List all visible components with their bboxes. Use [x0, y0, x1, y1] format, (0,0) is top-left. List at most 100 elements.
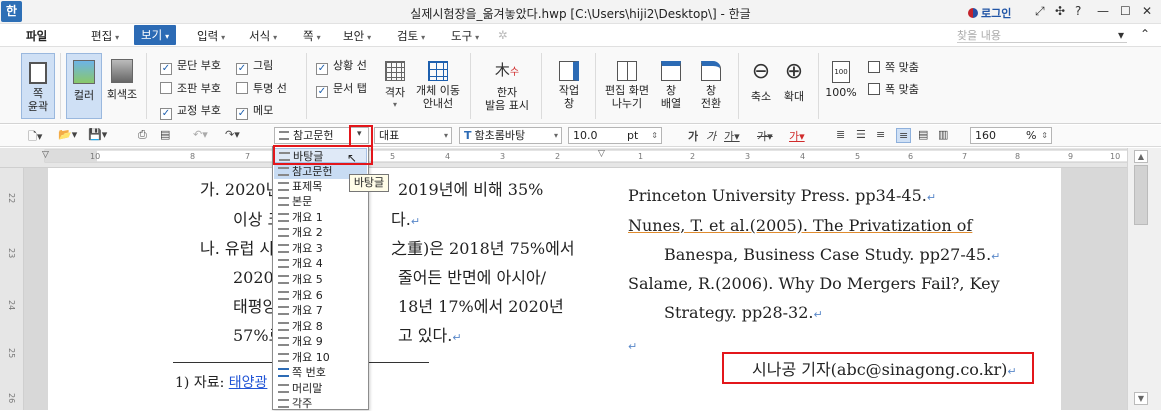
scrollbar-thumb[interactable] — [1134, 165, 1148, 225]
fit-page-button[interactable]: 쪽 맞춤 — [868, 59, 919, 75]
indent-marker-icon[interactable]: ▽ — [598, 149, 605, 159]
strikethrough-icon[interactable]: 가▾ — [757, 128, 773, 144]
align-center-icon[interactable]: ≡ — [876, 128, 885, 141]
checkbox-paragraph-mark[interactable]: ✓ 문단 부호 — [160, 57, 221, 75]
align-left-icon[interactable]: ☰ — [856, 128, 866, 141]
style-item-outline-3[interactable]: 개요 3 — [274, 241, 367, 256]
menu-review[interactable]: 검토 ▾ — [397, 28, 425, 44]
close-icon[interactable]: ✕ — [1142, 4, 1152, 18]
style-item-footnote[interactable]: 각주 — [274, 396, 367, 411]
open-icon[interactable]: 📂▾ — [58, 128, 77, 141]
style-item-outline-8[interactable]: 개요 8 — [274, 319, 367, 334]
redo-icon[interactable]: ↷▾ — [225, 128, 240, 141]
menu-view[interactable]: 보기 ▾ — [134, 25, 177, 45]
style-item-body[interactable]: 본문 — [274, 194, 367, 209]
menu-page[interactable]: 쪽 ▾ — [303, 28, 321, 44]
scroll-down-icon[interactable]: ▼ — [1134, 392, 1148, 405]
style-icon — [278, 244, 289, 253]
horizontal-ruler[interactable]: ▽ ▽ 10 8 7 6 5 4 3 2 1 2 3 4 5 6 7 8 9 1… — [0, 148, 1161, 168]
style-item-outline-10[interactable]: 개요 10 — [274, 350, 367, 365]
maximize-icon[interactable]: ☐ — [1120, 4, 1131, 18]
menu-edit[interactable]: 편집 ▾ — [91, 28, 119, 44]
hanja-reading-button[interactable]: 木수 한자 발음 표시 — [480, 53, 534, 119]
search-dropdown-icon[interactable]: ▾ — [1118, 28, 1124, 42]
login-button[interactable]: 로그인 — [968, 5, 1011, 21]
style-item-outline-5[interactable]: 개요 5 — [274, 272, 367, 287]
font-size-input[interactable]: 10.0 pt ⇕ — [568, 127, 662, 144]
checkbox-layout-mark[interactable]: 조판 부호 — [160, 80, 221, 96]
style-item-outline-2[interactable]: 개요 2 — [274, 225, 367, 240]
ruler-tick: 3 — [745, 152, 751, 161]
color-button[interactable]: 컬러 — [66, 53, 102, 119]
grayscale-button[interactable]: 회색조 — [104, 53, 140, 119]
underline-icon[interactable]: 가▾ — [724, 128, 740, 144]
language-select[interactable]: 대표 ▾ — [374, 127, 452, 144]
search-input[interactable]: 찾을 내용 — [957, 27, 1127, 42]
fit-width-button[interactable]: 폭 맞춤 — [868, 81, 919, 97]
menu-insert[interactable]: 입력 ▾ — [197, 28, 225, 44]
chevron-down-icon: ▾ — [221, 33, 226, 42]
object-move-guide-button[interactable]: 개체 이동 안내선 — [413, 53, 463, 119]
minimize-icon[interactable]: — — [1097, 4, 1109, 18]
collapse-ribbon-icon[interactable]: ⌃ — [1140, 27, 1150, 41]
footnote-link[interactable]: 태양광 — [229, 375, 268, 391]
zoom-out-button[interactable]: ⊖ 축소 — [745, 53, 777, 119]
grid-button[interactable]: 격자 ▾ — [378, 53, 412, 119]
checkbox-icon: ✓ — [160, 63, 172, 75]
paragraph-mark-icon: ↵ — [813, 308, 823, 321]
ruler-tick: 2 — [555, 152, 561, 161]
checkbox-doc-tab[interactable]: ✓ 문서 탭 — [316, 80, 367, 98]
font-color-icon[interactable]: 가▾ — [789, 128, 805, 144]
scroll-up-icon[interactable]: ▲ — [1134, 150, 1148, 163]
menu-security[interactable]: 보안 ▾ — [343, 28, 371, 44]
checkbox-picture[interactable]: ✓ 그림 — [236, 57, 273, 75]
save-icon[interactable]: 💾▾ — [88, 128, 107, 141]
split-view-button[interactable]: 편집 화면 나누기 — [603, 53, 651, 119]
align-split-icon[interactable]: ▥ — [938, 128, 948, 141]
style-item-outline-9[interactable]: 개요 9 — [274, 334, 367, 349]
checkbox-status-line[interactable]: ✓ 상황 선 — [316, 57, 367, 75]
menu-file[interactable]: 파일 — [26, 28, 47, 44]
checkbox-memo[interactable]: ✓ 메모 — [236, 102, 273, 120]
align-distribute-icon[interactable]: ▤ — [918, 128, 928, 141]
style-item-outline-7[interactable]: 개요 7 — [274, 303, 367, 318]
fullscreen-icon[interactable]: ⤢ — [1035, 4, 1045, 19]
vertical-ruler[interactable]: 22 23 24 25 26 — [0, 168, 24, 410]
window-arrange-button[interactable]: 창 배열 — [653, 53, 689, 119]
preview-icon[interactable]: ▤ — [160, 128, 170, 141]
bold-icon[interactable]: 가 — [688, 128, 698, 144]
workspace-button[interactable]: 작업 창 — [552, 53, 586, 119]
new-document-icon[interactable]: 🗋▾ — [28, 128, 42, 147]
help-icon[interactable]: ? — [1075, 4, 1081, 18]
align-right-icon[interactable]: ≡ — [896, 128, 912, 143]
move-icon[interactable]: ✣ — [1055, 4, 1065, 18]
text-run: 之重)은 2018년 75%에서 — [391, 239, 575, 258]
font-select[interactable]: T 함초롬바탕 ▾ — [459, 127, 562, 144]
menu-tools[interactable]: 도구 ▾ — [451, 28, 479, 44]
page-outline-button[interactable]: 쪽 윤곽 — [21, 53, 55, 119]
style-item-outline-1[interactable]: 개요 1 — [274, 210, 367, 225]
checkbox-proofread-mark[interactable]: ✓ 교정 부호 — [160, 102, 221, 120]
style-item-header[interactable]: 머리말 — [274, 381, 367, 396]
zoom-input[interactable]: 160% ⇕ — [970, 127, 1052, 144]
page-outline-icon — [29, 62, 47, 84]
chevron-down-icon[interactable]: ▾ — [357, 129, 362, 139]
undo-icon[interactable]: ↶▾ — [193, 128, 208, 141]
menu-format[interactable]: 서식 ▾ — [249, 28, 277, 44]
align-justify-icon[interactable]: ≣ — [836, 128, 845, 141]
checkbox-transparent-line[interactable]: 투명 선 — [236, 80, 287, 96]
checkbox-label: 문단 부호 — [177, 59, 221, 72]
settings-icon[interactable]: ✲ — [498, 28, 508, 42]
style-item-page-number[interactable]: 쪽 번호 — [274, 365, 367, 380]
italic-icon[interactable]: 가 — [706, 128, 716, 144]
print-icon[interactable]: ⎙ — [138, 128, 147, 142]
style-item-outline-6[interactable]: 개요 6 — [274, 288, 367, 303]
indent-marker-icon[interactable]: ▽ — [42, 150, 49, 160]
style-item-label: 각주 — [292, 397, 313, 410]
window-switch-button[interactable]: 창 전환 — [693, 53, 729, 119]
style-item-outline-4[interactable]: 개요 4 — [274, 256, 367, 271]
zoom-100-button[interactable]: 100 100% — [824, 53, 858, 119]
zoom-in-button[interactable]: ⊕ 확대 — [778, 53, 810, 119]
style-item-label: 개요 2 — [292, 226, 323, 239]
ruler-tick: 6 — [908, 152, 914, 161]
